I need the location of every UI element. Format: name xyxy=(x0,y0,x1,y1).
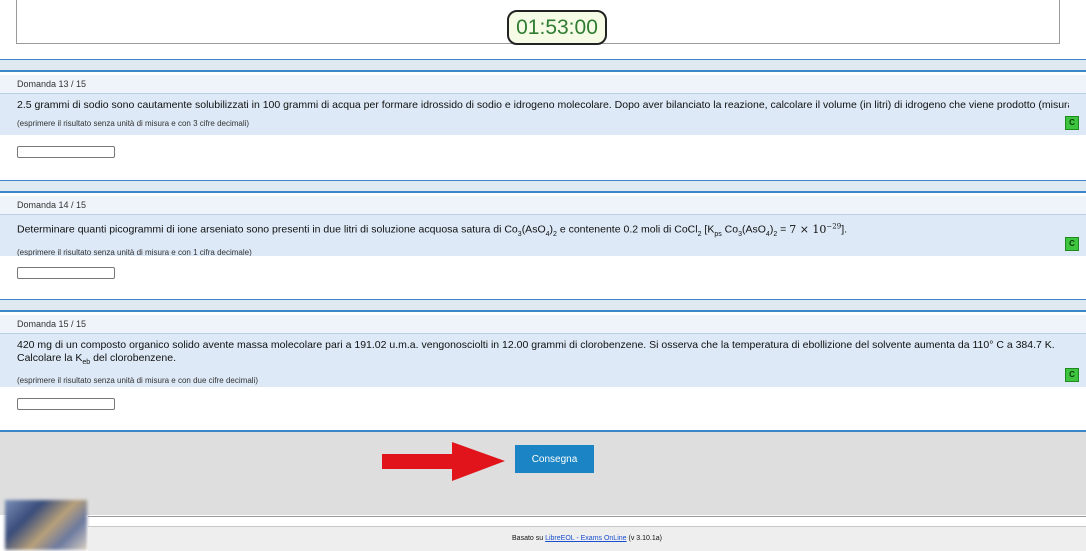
footer-divider xyxy=(88,516,1086,517)
question-body: 420 mg di un composto organico solido av… xyxy=(0,334,1086,387)
libreeol-link[interactable]: LibreEOL - Exams OnLine xyxy=(545,535,626,542)
answer-input[interactable] xyxy=(17,267,115,279)
c-check-icon[interactable]: C xyxy=(1065,368,1079,382)
webcam-thumbnail xyxy=(5,500,87,550)
question-block-13: Domanda 13 / 15 2.5 grammi di sodio sono… xyxy=(0,59,1086,165)
question-separator xyxy=(0,180,1086,193)
question-block-15: Domanda 15 / 15 420 mg di un composto or… xyxy=(0,299,1086,417)
footer-version: (v 3.10.1a) xyxy=(626,535,662,542)
answer-row xyxy=(0,135,1086,165)
answer-input[interactable] xyxy=(17,398,115,410)
submit-button[interactable]: Consegna xyxy=(515,445,594,473)
question-body: Determinare quanti picogrammi di ione ar… xyxy=(0,215,1086,257)
ksp-value: 7 × 10−29 xyxy=(789,222,842,236)
footer: Basato su LibreEOL - Exams OnLine (v 3.1… xyxy=(88,526,1086,551)
question-header: Domanda 15 / 15 xyxy=(0,315,1086,334)
question-note: (esprimere il risultato senza unità di m… xyxy=(17,376,258,386)
question-text: 420 mg di un composto organico solido av… xyxy=(17,339,1055,367)
question-block-14: Domanda 14 / 15 Determinare quanti picog… xyxy=(0,180,1086,286)
question-header: Domanda 14 / 15 xyxy=(0,196,1086,215)
answer-row xyxy=(0,256,1086,286)
red-arrow-icon xyxy=(382,442,505,481)
question-text: 2.5 grammi di sodio sono cautamente solu… xyxy=(17,99,1069,111)
question-header: Domanda 13 / 15 xyxy=(0,75,1086,94)
answer-row xyxy=(0,387,1086,417)
footer-prefix: Basato su xyxy=(512,535,546,542)
question-separator xyxy=(0,59,1086,72)
question-text: Determinare quanti picogrammi di ione ar… xyxy=(17,222,848,238)
answer-input[interactable] xyxy=(17,146,115,158)
question-body: 2.5 grammi di sodio sono cautamente solu… xyxy=(0,94,1086,135)
c-check-icon[interactable]: C xyxy=(1065,237,1079,251)
question-note: (esprimere il risultato senza unità di m… xyxy=(17,119,250,128)
countdown-timer: 01:53:00 xyxy=(507,10,607,45)
question-separator xyxy=(0,299,1086,312)
c-check-icon[interactable]: C xyxy=(1065,116,1079,130)
